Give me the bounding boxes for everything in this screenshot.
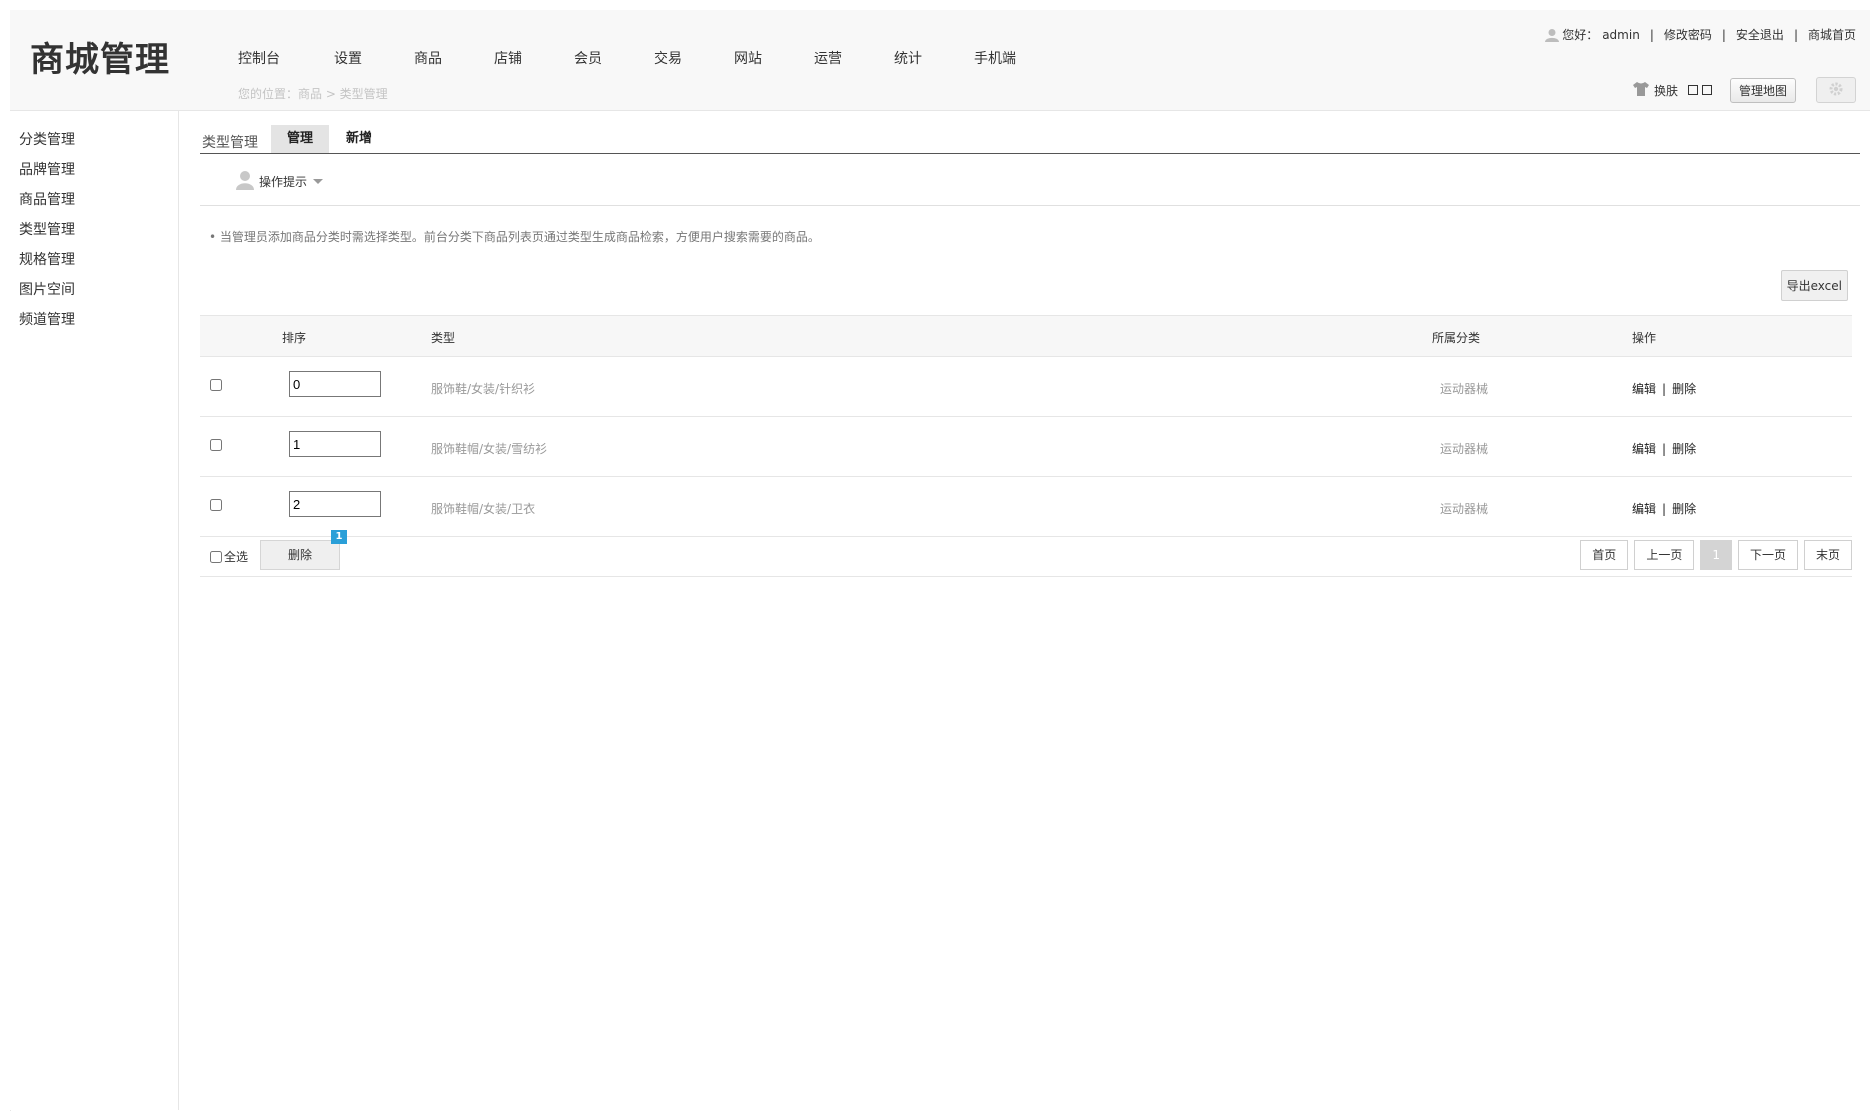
nav-dashboard[interactable]: 控制台 [238, 48, 334, 68]
gear-icon [1828, 81, 1844, 100]
divider: | [1662, 502, 1667, 516]
tab-manage[interactable]: 管理 [271, 125, 329, 153]
tips-toggle[interactable]: 操作提示 [236, 170, 324, 193]
skin-label: 换肤 [1653, 83, 1678, 98]
header-category: 所属分类 [1432, 331, 1481, 345]
top-header: 商城管理 控制台 设置 商品 店铺 会员 交易 网站 运营 统计 手机端 您的位… [10, 10, 1870, 111]
sort-input[interactable] [289, 491, 381, 517]
page-current: 1 [1700, 540, 1732, 570]
category-name: 运动器械 [1440, 502, 1489, 516]
sidebar-item-brand[interactable]: 品牌管理 [19, 159, 75, 179]
admin-map-button[interactable]: 管理地图 [1729, 77, 1796, 103]
edit-link[interactable]: 编辑 [1632, 442, 1656, 456]
sidebar-item-type[interactable]: 类型管理 [19, 219, 75, 239]
export-excel-button[interactable]: 导出excel [1780, 270, 1848, 301]
select-all-checkbox[interactable] [210, 550, 222, 563]
nav-trade[interactable]: 交易 [654, 48, 734, 68]
select-all-label: 全选 [224, 550, 249, 564]
table-row: 服饰鞋帽/女装/卫衣 运动器械 编辑 | 删除 [200, 477, 1852, 537]
shirt-icon [1632, 81, 1650, 100]
nav-mobile[interactable]: 手机端 [974, 48, 1054, 68]
nav-operations[interactable]: 运营 [814, 48, 894, 68]
sidebar-item-channel[interactable]: 频道管理 [19, 309, 75, 329]
tips-label: 操作提示 [259, 175, 308, 189]
tab-bar: 类型管理 管理 新增 [200, 125, 1860, 154]
shop-home-link[interactable]: 商城首页 [1808, 26, 1856, 43]
sidebar-item-spec[interactable]: 规格管理 [19, 249, 75, 269]
select-all[interactable]: 全选 [210, 548, 248, 565]
greeting-text: 您好： [1562, 28, 1599, 42]
category-name: 运动器械 [1440, 382, 1489, 396]
category-name: 运动器械 [1440, 442, 1489, 456]
delete-link[interactable]: 删除 [1672, 382, 1696, 396]
row-actions: 编辑 | 删除 [1632, 380, 1696, 397]
sort-input[interactable] [289, 431, 381, 457]
row-checkbox[interactable] [210, 439, 222, 451]
delete-link[interactable]: 删除 [1672, 442, 1696, 456]
edit-link[interactable]: 编辑 [1632, 502, 1656, 516]
row-checkbox[interactable] [210, 499, 222, 511]
sidebar-item-category[interactable]: 分类管理 [19, 129, 75, 149]
user-icon [236, 170, 254, 193]
page-next[interactable]: 下一页 [1737, 540, 1798, 570]
main-nav: 控制台 设置 商品 店铺 会员 交易 网站 运营 统计 手机端 [238, 48, 1054, 68]
edit-link[interactable]: 编辑 [1632, 382, 1656, 396]
nav-website[interactable]: 网站 [734, 48, 814, 68]
tab-add[interactable]: 新增 [346, 125, 372, 153]
header-type: 类型 [431, 331, 456, 345]
sidebar: 分类管理 品牌管理 商品管理 类型管理 规格管理 图片空间 频道管理 [10, 111, 179, 1110]
page-prev[interactable]: 上一页 [1634, 540, 1695, 570]
nav-stats[interactable]: 统计 [894, 48, 974, 68]
type-table: 排序 类型 所属分类 操作 服饰鞋/女装/针织衫 运动器械 编辑 | 删除 服饰鞋帽… [200, 315, 1852, 537]
tips-bar: 操作提示 [200, 170, 1860, 206]
settings-button[interactable] [1816, 77, 1856, 103]
change-password-link[interactable]: 修改密码 [1664, 26, 1712, 43]
batch-delete-button[interactable]: 删除 [260, 540, 340, 570]
nav-settings[interactable]: 设置 [334, 48, 414, 68]
divider: | [1662, 442, 1667, 456]
table-row: 服饰鞋帽/女装/雪纺衫 运动器械 编辑 | 删除 [200, 417, 1852, 477]
count-badge: 1 [331, 530, 347, 544]
page-last[interactable]: 末页 [1803, 540, 1852, 570]
type-name: 服饰鞋/女装/针织衫 [431, 382, 536, 396]
page-first[interactable]: 首页 [1580, 540, 1629, 570]
breadcrumb: 您的位置：商品 > 类型管理 [238, 87, 388, 101]
table-footer: 全选 删除 1 首页 上一页 1 下一页 末页 [200, 530, 1852, 577]
user-bar: 您好： admin | 修改密码 | 安全退出 | 商城首页 [1545, 26, 1856, 43]
row-checkbox[interactable] [210, 379, 222, 391]
sidebar-item-goods[interactable]: 商品管理 [19, 189, 75, 209]
table-header: 排序 类型 所属分类 操作 [200, 315, 1852, 357]
logout-link[interactable]: 安全退出 [1736, 26, 1784, 43]
skin-option-icon[interactable] [1687, 85, 1698, 95]
row-actions: 编辑 | 删除 [1632, 500, 1696, 517]
header-tools: 换肤 管理地图 [1632, 77, 1856, 103]
user-icon [1545, 28, 1560, 42]
app-logo: 商城管理 [30, 40, 170, 80]
tips-notice: • 当管理员添加商品分类时需选择类型。前台分类下商品列表页通过类型生成商品检索，… [209, 230, 820, 244]
nav-goods[interactable]: 商品 [414, 48, 494, 68]
type-name: 服饰鞋帽/女装/雪纺衫 [431, 442, 548, 456]
pagination: 首页 上一页 1 下一页 末页 [1574, 540, 1852, 570]
divider: | [1793, 27, 1798, 42]
divider: | [1649, 27, 1654, 42]
chevron-down-icon [313, 179, 324, 184]
header-sort: 排序 [282, 331, 307, 345]
table-row: 服饰鞋/女装/针织衫 运动器械 编辑 | 删除 [200, 357, 1852, 417]
nav-stores[interactable]: 店铺 [494, 48, 574, 68]
skin-option-icon[interactable] [1701, 85, 1712, 95]
row-actions: 编辑 | 删除 [1632, 440, 1696, 457]
sidebar-item-images[interactable]: 图片空间 [19, 279, 75, 299]
username: admin [1602, 27, 1640, 42]
divider: | [1721, 27, 1726, 42]
page-title: 类型管理 [202, 135, 258, 151]
divider: | [1662, 382, 1667, 396]
sort-input[interactable] [289, 371, 381, 397]
header-ops: 操作 [1632, 331, 1657, 345]
skin-switcher[interactable]: 换肤 [1632, 81, 1712, 100]
type-name: 服饰鞋帽/女装/卫衣 [431, 502, 536, 516]
nav-members[interactable]: 会员 [574, 48, 654, 68]
delete-link[interactable]: 删除 [1672, 502, 1696, 516]
